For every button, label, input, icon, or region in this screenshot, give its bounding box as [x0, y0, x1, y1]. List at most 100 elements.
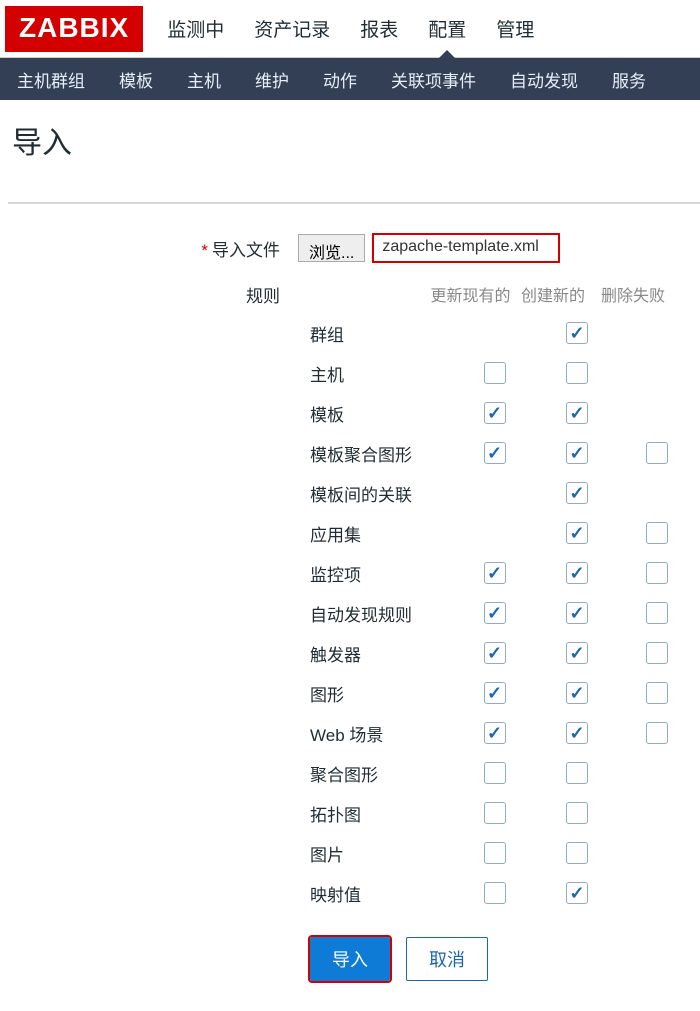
rule-cell [537, 402, 617, 424]
rule-cell [537, 562, 617, 584]
button-row: 导入 取消 [8, 913, 700, 1011]
rule-cell [537, 602, 617, 624]
checkbox[interactable] [646, 562, 668, 584]
page-title-wrap: 导入 [0, 100, 700, 202]
rule-cell [617, 562, 697, 584]
rule-cell [452, 802, 537, 824]
checkbox[interactable] [566, 602, 588, 624]
topnav-item-3[interactable]: 配置 [424, 0, 470, 58]
checkbox[interactable] [566, 722, 588, 744]
file-name-field[interactable]: zapache-template.xml [373, 234, 559, 262]
subnav-item-3[interactable]: 维护 [243, 67, 301, 92]
rule-row-5: 应用集 [310, 513, 700, 553]
rule-cell [617, 722, 697, 744]
checkbox[interactable] [566, 322, 588, 344]
checkbox[interactable] [484, 642, 506, 664]
checkbox[interactable] [646, 722, 668, 744]
col-header-create: 创建新的 [513, 282, 593, 306]
subnav-item-2[interactable]: 主机 [175, 67, 233, 92]
rule-cell [452, 882, 537, 904]
checkbox[interactable] [484, 802, 506, 824]
checkbox[interactable] [566, 402, 588, 424]
checkbox[interactable] [484, 842, 506, 864]
checkbox[interactable] [566, 482, 588, 504]
checkbox[interactable] [484, 562, 506, 584]
checkbox[interactable] [484, 682, 506, 704]
checkbox[interactable] [484, 762, 506, 784]
rule-row-0: 群组 [310, 313, 700, 353]
rules-list: 群组主机模板模板聚合图形模板间的关联应用集监控项自动发现规则触发器图形Web 场… [8, 313, 700, 913]
rule-cell [537, 522, 617, 544]
rules-header-row: 规则 更新现有的 创建新的 删除失败 [8, 280, 700, 307]
checkbox[interactable] [646, 522, 668, 544]
checkbox[interactable] [484, 402, 506, 424]
rule-name: 自动发现规则 [310, 601, 452, 626]
checkbox[interactable] [646, 682, 668, 704]
rule-cell [452, 442, 537, 464]
checkbox[interactable] [646, 602, 668, 624]
rules-label: 规则 [8, 280, 298, 307]
import-file-label: *导入文件 [8, 234, 298, 261]
rule-row-2: 模板 [310, 393, 700, 433]
rule-row-11: 聚合图形 [310, 753, 700, 793]
checkbox[interactable] [484, 602, 506, 624]
checkbox[interactable] [484, 882, 506, 904]
checkbox[interactable] [646, 442, 668, 464]
browse-button[interactable]: 浏览... [298, 234, 365, 262]
rule-cell [452, 402, 537, 424]
rule-cell [452, 602, 537, 624]
subnav-item-7[interactable]: 服务 [600, 67, 658, 92]
rule-name: 拓扑图 [310, 801, 452, 826]
checkbox[interactable] [646, 642, 668, 664]
topnav-item-0[interactable]: 监测中 [163, 0, 228, 58]
import-button[interactable]: 导入 [310, 937, 390, 981]
subnav-item-6[interactable]: 自动发现 [498, 67, 590, 92]
cancel-button[interactable]: 取消 [406, 937, 488, 981]
checkbox[interactable] [566, 842, 588, 864]
rule-row-8: 触发器 [310, 633, 700, 673]
checkbox[interactable] [566, 362, 588, 384]
rule-row-7: 自动发现规则 [310, 593, 700, 633]
rule-name: 触发器 [310, 641, 452, 666]
checkbox[interactable] [566, 802, 588, 824]
rule-row-1: 主机 [310, 353, 700, 393]
rule-row-9: 图形 [310, 673, 700, 713]
rule-name: 映射值 [310, 881, 452, 906]
checkbox[interactable] [566, 762, 588, 784]
rule-name: 模板 [310, 401, 452, 426]
rule-cell [452, 642, 537, 664]
rule-cell [537, 642, 617, 664]
checkbox[interactable] [484, 722, 506, 744]
rule-cell [537, 362, 617, 384]
rule-cell [617, 682, 697, 704]
topnav-item-4[interactable]: 管理 [492, 0, 538, 58]
rule-name: 图形 [310, 681, 452, 706]
rule-row-13: 图片 [310, 833, 700, 873]
topbar: ZABBIX 监测中资产记录报表配置管理 [0, 0, 700, 58]
subnav-item-5[interactable]: 关联项事件 [379, 67, 488, 92]
checkbox[interactable] [566, 882, 588, 904]
rule-name: 群组 [310, 321, 452, 346]
checkbox[interactable] [566, 442, 588, 464]
subnav-item-0[interactable]: 主机群组 [5, 67, 97, 92]
rules-columns-header: 更新现有的 创建新的 删除失败 [298, 282, 673, 306]
col-header-update: 更新现有的 [428, 282, 513, 306]
checkbox[interactable] [566, 682, 588, 704]
rule-name: 聚合图形 [310, 761, 452, 786]
checkbox[interactable] [566, 562, 588, 584]
checkbox[interactable] [484, 362, 506, 384]
rule-row-14: 映射值 [310, 873, 700, 913]
rule-row-4: 模板间的关联 [310, 473, 700, 513]
checkbox[interactable] [484, 442, 506, 464]
checkbox[interactable] [566, 642, 588, 664]
import-file-label-text: 导入文件 [212, 241, 280, 260]
subnav-item-4[interactable]: 动作 [311, 67, 369, 92]
subnav-item-1[interactable]: 模板 [107, 67, 165, 92]
checkbox[interactable] [566, 522, 588, 544]
rule-cell [452, 682, 537, 704]
rule-name: Web 场景 [310, 721, 452, 746]
topnav-item-1[interactable]: 资产记录 [250, 0, 334, 58]
subnav: 主机群组模板主机维护动作关联项事件自动发现服务 [0, 58, 700, 100]
rule-cell [537, 882, 617, 904]
topnav-item-2[interactable]: 报表 [356, 0, 402, 58]
